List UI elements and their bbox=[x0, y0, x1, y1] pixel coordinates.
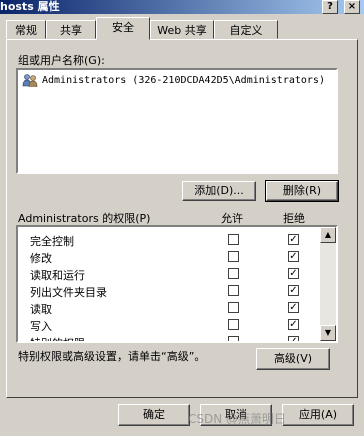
allow-checkbox[interactable] bbox=[228, 234, 239, 245]
permission-row: 完全控制 ✓ bbox=[18, 231, 318, 248]
remove-button[interactable]: 删除(R) bbox=[265, 180, 339, 202]
deny-checkbox[interactable]: ✓ bbox=[288, 319, 299, 330]
permissions-label: Administrators 的权限(P) bbox=[18, 212, 151, 225]
deny-checkbox[interactable]: ✓ bbox=[288, 234, 299, 245]
permission-row: 读取和运行 ✓ bbox=[18, 265, 318, 282]
title-bar: hosts 属性 ? × bbox=[0, 0, 364, 14]
ok-button[interactable]: 确定 bbox=[118, 404, 190, 426]
watermark: CSDN @燕萧明日 bbox=[188, 412, 287, 426]
allow-checkbox[interactable] bbox=[228, 268, 239, 279]
apply-button[interactable]: 应用(A) bbox=[282, 404, 354, 426]
deny-checkbox[interactable]: ✓ bbox=[288, 336, 299, 341]
deny-checkbox[interactable]: ✓ bbox=[288, 285, 299, 296]
permission-name: 特别的权限 bbox=[30, 335, 85, 341]
permission-row: 写入 ✓ bbox=[18, 316, 318, 333]
close-button[interactable]: × bbox=[344, 0, 360, 14]
permission-row: 特别的权限 ✓ bbox=[18, 333, 318, 341]
permission-row: 修改 ✓ bbox=[18, 248, 318, 265]
permission-name: 完全控制 bbox=[30, 235, 74, 248]
tab-security[interactable]: 安全 bbox=[96, 17, 150, 40]
help-button[interactable]: ? bbox=[322, 0, 338, 14]
tab-sharing[interactable]: 共享 bbox=[46, 20, 96, 39]
scroll-down-icon[interactable]: ▼ bbox=[320, 325, 336, 341]
add-button[interactable]: 添加(D)... bbox=[182, 181, 256, 201]
users-label: 组或用户名称(G): bbox=[18, 54, 105, 67]
user-group-icon bbox=[22, 74, 38, 87]
deny-checkbox[interactable]: ✓ bbox=[288, 268, 299, 279]
scroll-up-icon[interactable]: ▲ bbox=[320, 227, 336, 243]
permission-name: 写入 bbox=[30, 320, 52, 333]
permission-row: 列出文件夹目录 ✓ bbox=[18, 282, 318, 299]
permissions-scrollbar[interactable]: ▲ ▼ bbox=[320, 227, 336, 341]
permissions-list[interactable]: 完全控制 ✓ 修改 ✓ 读取和运行 ✓ 列出文件夹目录 ✓ 读取 ✓ 写入 ✓ … bbox=[16, 225, 338, 343]
tab-custom[interactable]: 自定义 bbox=[214, 20, 278, 39]
tab-web-sharing[interactable]: Web 共享 bbox=[150, 20, 214, 39]
allow-checkbox[interactable] bbox=[228, 302, 239, 313]
tab-general[interactable]: 常规 bbox=[6, 20, 46, 39]
advanced-hint: 特别权限或高级设置，请单击“高级”。 bbox=[18, 350, 206, 363]
allow-checkbox[interactable] bbox=[228, 336, 239, 341]
allow-header: 允许 bbox=[221, 212, 243, 225]
deny-checkbox[interactable]: ✓ bbox=[288, 302, 299, 313]
list-item[interactable]: Administrators (326-210DCDA42D5\Administ… bbox=[22, 73, 325, 88]
deny-header: 拒绝 bbox=[283, 212, 305, 225]
users-listbox[interactable]: Administrators (326-210DCDA42D5\Administ… bbox=[16, 68, 338, 174]
permission-row: 读取 ✓ bbox=[18, 299, 318, 316]
permission-name: 读取 bbox=[30, 303, 52, 316]
permission-name: 列出文件夹目录 bbox=[30, 286, 107, 299]
permission-name: 修改 bbox=[30, 252, 52, 265]
allow-checkbox[interactable] bbox=[228, 251, 239, 262]
deny-checkbox[interactable]: ✓ bbox=[288, 251, 299, 262]
allow-checkbox[interactable] bbox=[228, 319, 239, 330]
allow-checkbox[interactable] bbox=[228, 285, 239, 296]
window-title: hosts 属性 bbox=[0, 0, 60, 13]
advanced-button[interactable]: 高级(V) bbox=[256, 348, 330, 370]
permission-name: 读取和运行 bbox=[30, 269, 85, 282]
user-name: Administrators (326-210DCDA42D5\Administ… bbox=[42, 75, 325, 86]
